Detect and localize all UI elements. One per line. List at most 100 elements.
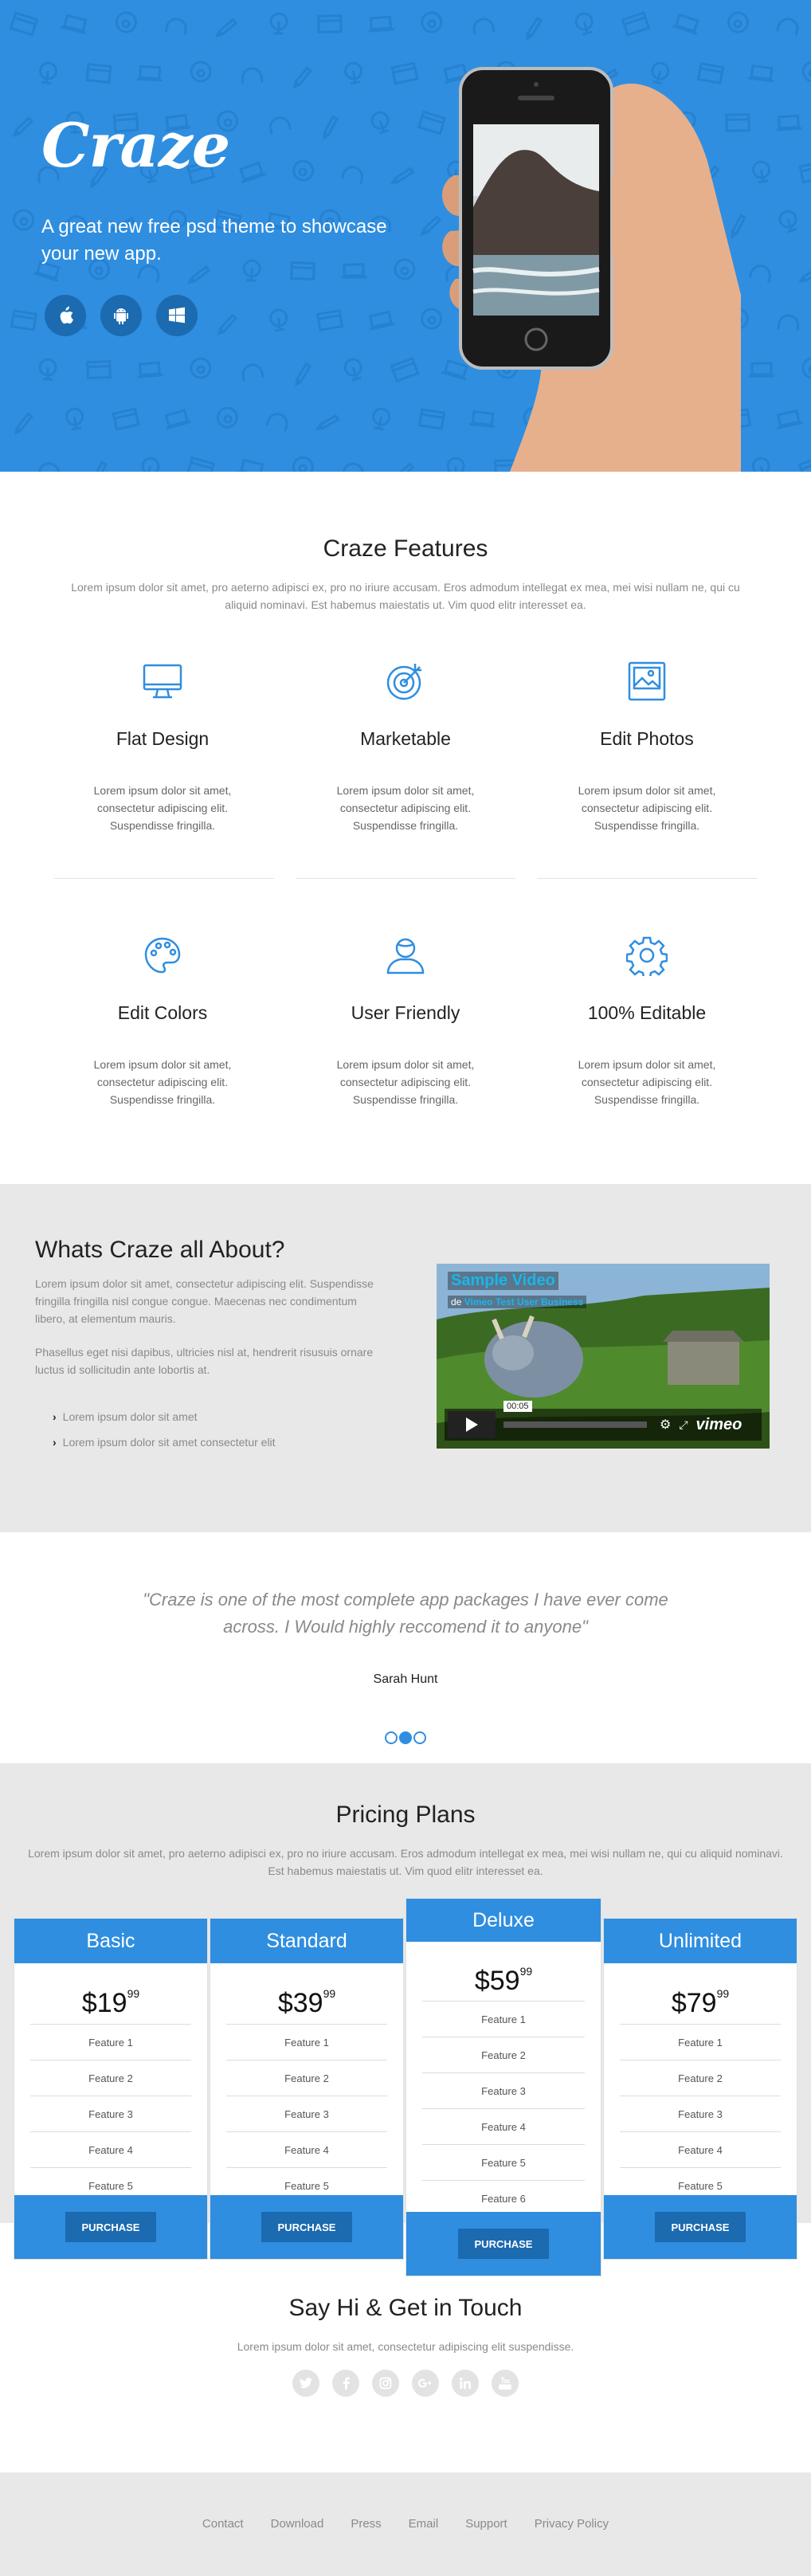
video-author-link[interactable]: Vimeo Test User Business [464,1296,584,1308]
hero-tagline: A great new free psd theme to showcase y… [41,216,387,265]
plan-card-unlimited: Unlimited $7999 Feature 1 Feature 2 Feat… [604,1919,797,2259]
about-section: Whats Craze all About? Lorem ipsum dolor… [0,1184,811,1532]
user-icon [294,934,517,977]
android-icon[interactable] [100,295,142,336]
feature-text: Lorem ipsum dolor sit amet, consectetur … [578,1058,716,1106]
feature-title: Flat Design [116,728,210,749]
video-player[interactable]: Sample Video de Vimeo Test User Business… [437,1264,770,1449]
plan-feature: Feature 4 [422,2108,585,2144]
page-footer: Contact Download Press Email Support Pri… [0,2472,811,2576]
plan-card-basic: Basic $1999 Feature 1 Feature 2 Feature … [14,1919,207,2259]
plan-price: $5999 [406,1942,601,2001]
plan-feature: Feature 2 [620,2060,781,2096]
plan-feature: Feature 5 [422,2144,585,2180]
palette-icon [51,934,274,977]
testimonial-author: Sarah Hunt [373,1672,438,1686]
feature-divider [54,878,274,879]
plan-feature: Feature 6 [422,2180,585,2216]
pagination-dot[interactable] [413,1731,426,1744]
feature-title: Edit Colors [117,1002,208,1023]
list-item: › Lorem ipsum dolor sit amet [53,1404,276,1429]
testimonial-quote: "Craze is one of the most complete app p… [143,1590,668,1637]
craze-logo[interactable]: Craze [41,110,230,181]
fullscreen-icon[interactable]: ⤢ [679,1418,688,1432]
google-plus-icon[interactable] [412,2370,439,2397]
linkedin-icon[interactable] [452,2370,479,2397]
youtube-icon[interactable] [492,2370,519,2397]
plan-feature: Feature 3 [422,2072,585,2108]
video-progress-bar[interactable]: 00:05 [503,1401,647,1428]
feature-text: Lorem ipsum dolor sit amet, consectetur … [578,784,716,832]
list-item-label: Lorem ipsum dolor sit amet [62,1410,198,1423]
plan-price: $7999 [604,1963,797,2024]
monitor-icon [51,660,274,703]
plan-feature: Feature 1 [226,2024,387,2060]
twitter-icon[interactable] [292,2370,319,2397]
plan-feature: Feature 3 [226,2096,387,2131]
plan-feature: Feature 4 [30,2131,191,2167]
plan-footer: PURCHASE [406,2212,601,2276]
plan-name: Unlimited [604,1919,797,1963]
list-item-label: Lorem ipsum dolor sit amet consectetur e… [62,1436,276,1449]
list-item: › Lorem ipsum dolor sit amet consectetur … [53,1429,276,1455]
contact-lead: Lorem ipsum dolor sit amet, consectetur … [237,2340,574,2353]
picture-icon [535,660,758,703]
footer-link-download[interactable]: Download [271,2517,324,2531]
target-icon [294,660,517,703]
purchase-button[interactable]: PURCHASE [655,2212,746,2242]
facebook-icon[interactable] [332,2370,359,2397]
plan-feature: Feature 2 [30,2060,191,2096]
feature-title: Edit Photos [600,728,694,749]
vimeo-logo[interactable]: vimeo [696,1416,742,1434]
pagination-dot[interactable] [385,1731,398,1744]
price-dollars: $79 [671,1988,717,2018]
settings-icon[interactable]: ⚙ [660,1417,671,1433]
windows-icon[interactable] [156,295,198,336]
feature-divider [537,878,757,879]
feature-user-friendly: User Friendly Lorem ipsum dolor sit amet… [294,934,517,1108]
plan-feature: Feature 4 [226,2131,387,2167]
about-title: Whats Craze all About? [35,1237,285,1263]
video-controls: 00:05 ⚙ ⤢ vimeo [445,1401,762,1441]
feature-edit-photos: Edit Photos Lorem ipsum dolor sit amet, … [535,660,758,834]
features-title: Craze Features [323,535,488,562]
feature-title: 100% Editable [587,1002,707,1023]
purchase-button[interactable]: PURCHASE [458,2229,549,2259]
about-paragraph: Lorem ipsum dolor sit amet, consectetur … [35,1277,374,1325]
feature-title: Marketable [360,728,451,749]
video-time: 00:05 [503,1401,532,1412]
price-dollars: $39 [277,1988,323,2018]
plan-price: $1999 [14,1963,207,2024]
footer-link-email[interactable]: Email [409,2517,439,2531]
footer-link-privacy-policy[interactable]: Privacy Policy [535,2517,609,2531]
pricing-plans: Basic $1999 Feature 1 Feature 2 Feature … [0,1763,811,2321]
feature-text: Lorem ipsum dolor sit amet, consectetur … [336,784,475,832]
plan-feature: Feature 2 [226,2060,387,2096]
feature-editable: 100% Editable Lorem ipsum dolor sit amet… [535,934,758,1108]
feature-marketable: Marketable Lorem ipsum dolor sit amet, c… [294,660,517,834]
contact-title: Say Hi & Get in Touch [288,2295,523,2321]
footer-link-press[interactable]: Press [351,2517,381,2531]
plan-feature: Feature 1 [620,2024,781,2060]
chevron-right-icon: › [53,1436,57,1449]
play-button[interactable] [448,1411,496,1438]
plan-footer: PURCHASE [14,2195,207,2259]
video-byline-prefix: de [451,1296,462,1308]
instagram-icon[interactable] [372,2370,399,2397]
apple-icon[interactable] [45,295,86,336]
footer-link-contact[interactable]: Contact [202,2517,244,2531]
features-lead: Lorem ipsum dolor sit amet, pro aeterno … [71,581,740,611]
chevron-right-icon: › [53,1410,57,1423]
plan-feature: Feature 4 [620,2131,781,2167]
about-bullet-list: › Lorem ipsum dolor sit amet › Lorem ipsum… [53,1404,276,1455]
purchase-button[interactable]: PURCHASE [261,2212,352,2242]
purchase-button[interactable]: PURCHASE [65,2212,156,2242]
plan-feature: Feature 3 [620,2096,781,2131]
footer-link-support[interactable]: Support [465,2517,507,2531]
features-section: Craze Features Lorem ipsum dolor sit ame… [0,472,811,1184]
feature-divider [296,878,515,879]
about-paragraph: Phasellus eget nisi dapibus, ultricies n… [35,1346,374,1376]
pagination-dot-active[interactable] [399,1731,412,1744]
plan-footer: PURCHASE [210,2195,403,2259]
video-title[interactable]: Sample Video [448,1272,558,1290]
